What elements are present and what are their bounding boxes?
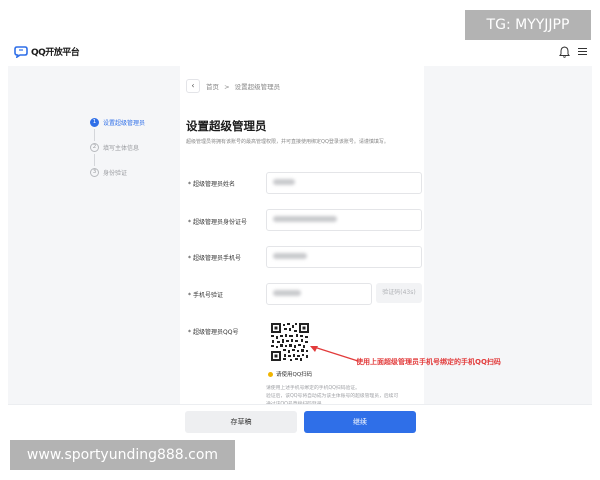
page-description: 超级管理员将拥有该账号的最高管理权限，并可直接使用绑定QQ登录该账号。请谨慎填写… (186, 139, 389, 145)
steps-sidebar: 1 设置超级管理员 2 填写主体信息 3 身份验证 (90, 118, 180, 238)
verify-label: * 手机号验证 (188, 292, 224, 299)
bell-icon[interactable] (559, 46, 570, 58)
step-label: 身份验证 (103, 170, 128, 177)
step-1[interactable]: 1 设置超级管理员 (90, 118, 145, 127)
id-number-input[interactable] (266, 209, 422, 231)
phone-label: * 超级管理员手机号 (188, 255, 242, 262)
top-bar: QQ开放平台 (8, 38, 592, 66)
step-connector (94, 154, 95, 166)
watermark-url: www.sportyunding888.com (10, 440, 235, 470)
masked-value (273, 290, 301, 296)
screenshot-frame: QQ开放平台 1 设置超级管理员 2 填写主体信息 3 身份验证 ‹ 首页 > … (8, 38, 592, 440)
breadcrumb-home[interactable]: 首页 (206, 83, 219, 91)
annotation-arrow-icon (310, 346, 359, 362)
name-label: * 超级管理员姓名 (188, 181, 236, 188)
qr-note-line: 请使用上述手机号绑定的手机QQ扫码验证。 (266, 386, 360, 391)
qr-note-line: 验证后，该QQ号将自动成为该主体账号的超级管理员，后续可 (266, 394, 399, 399)
step-2[interactable]: 2 填写主体信息 (90, 143, 139, 152)
bottom-action-bar: 存草稿 继续 (8, 404, 592, 440)
back-button[interactable]: ‹ (186, 79, 200, 93)
qq-label: * 超级管理员QQ号 (188, 329, 239, 336)
qq-logo-icon (14, 45, 28, 58)
chevron-left-icon: ‹ (191, 81, 195, 90)
id-label: * 超级管理员身份证号 (188, 219, 248, 226)
hint-dot-icon (268, 372, 273, 377)
masked-value (273, 216, 337, 222)
qr-hint: 请使用QQ扫码 (268, 370, 312, 378)
step-label: 填写主体信息 (103, 145, 140, 152)
breadcrumb: 首页 > 设置超级管理员 (206, 81, 280, 91)
logo-text: QQ开放平台 (31, 48, 80, 58)
step-number: 3 (90, 168, 99, 177)
breadcrumb-separator: > (224, 83, 230, 91)
watermark-tg: TG: MYYJJPP (465, 10, 591, 40)
step-number: 2 (90, 143, 99, 152)
page-title: 设置超级管理员 (186, 119, 267, 133)
masked-value (273, 253, 307, 259)
send-code-button[interactable]: 验证码(43s) (376, 283, 422, 303)
qr-code-icon (270, 322, 310, 362)
masked-value (273, 179, 295, 185)
menu-icon[interactable] (578, 47, 587, 56)
continue-button[interactable]: 继续 (304, 411, 416, 433)
step-number: 1 (90, 118, 99, 127)
save-draft-button[interactable]: 存草稿 (185, 411, 297, 433)
step-label: 设置超级管理员 (103, 120, 146, 127)
step-3[interactable]: 3 身份验证 (90, 168, 127, 177)
breadcrumb-current: 设置超级管理员 (234, 83, 281, 91)
logo[interactable]: QQ开放平台 (14, 45, 80, 58)
phone-input[interactable] (266, 246, 422, 268)
annotation-text: 使用上面超级管理员手机号绑定的手机QQ扫码 (356, 358, 501, 366)
main-panel: ‹ 首页 > 设置超级管理员 设置超级管理员 超级管理员将拥有该账号的最高管理权… (180, 66, 424, 407)
verify-code-input[interactable] (266, 283, 372, 305)
name-input[interactable] (266, 172, 422, 194)
step-connector (94, 129, 95, 141)
